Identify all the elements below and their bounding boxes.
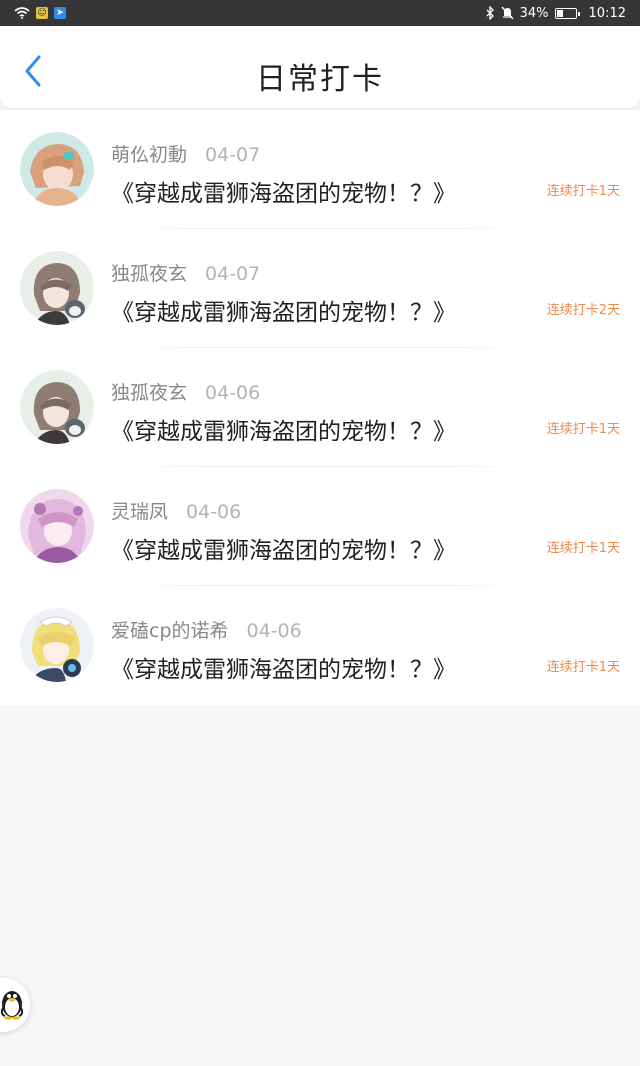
qq-penguin-icon xyxy=(0,986,25,1024)
book-title[interactable]: 《穿越成雷狮海盗团的宠物！？》 xyxy=(111,412,456,446)
list-item[interactable]: 独孤夜玄 04-07 《穿越成雷狮海盗团的宠物！？》 连续打卡2天 xyxy=(0,229,640,348)
streak-label: 连续打卡1天 xyxy=(546,541,620,556)
streak-label: 连续打卡1天 xyxy=(546,422,620,437)
avatar[interactable] xyxy=(20,132,94,206)
meta-line: 萌仫初動 04-07 xyxy=(111,140,260,167)
book-title[interactable]: 《穿越成雷狮海盗团的宠物！？》 xyxy=(111,531,456,565)
app-notification-icon: ☺ xyxy=(36,7,48,19)
list-item[interactable]: 爱磕cp的诺希 04-06 《穿越成雷狮海盗团的宠物！？》 连续打卡1天 xyxy=(0,586,640,705)
username[interactable]: 独孤夜玄 xyxy=(111,259,187,286)
meta-line: 独孤夜玄 04-07 xyxy=(111,259,260,286)
app-notification-icon: ➤ xyxy=(54,7,66,19)
avatar[interactable] xyxy=(20,608,94,682)
book-title[interactable]: 《穿越成雷狮海盗团的宠物！？》 xyxy=(111,174,456,208)
book-title[interactable]: 《穿越成雷狮海盗团的宠物！？》 xyxy=(111,650,456,684)
battery-percent: 34% xyxy=(519,5,549,21)
checkin-date: 04-07 xyxy=(205,263,261,285)
status-right: 34% 10:12 xyxy=(485,6,626,21)
clock: 10:12 xyxy=(588,5,626,21)
avatar[interactable] xyxy=(20,489,94,563)
streak-label: 连续打卡1天 xyxy=(546,660,620,675)
battery-icon xyxy=(554,7,580,19)
mute-bell-icon xyxy=(501,6,514,20)
username[interactable]: 萌仫初動 xyxy=(111,140,187,167)
streak-label: 连续打卡1天 xyxy=(546,184,620,199)
checkin-list: 萌仫初動 04-07 《穿越成雷狮海盗团的宠物！？》 连续打卡1天 独孤夜玄 0… xyxy=(0,110,640,705)
qq-float-button[interactable] xyxy=(0,978,30,1032)
bluetooth-icon xyxy=(485,6,495,20)
battery-fill xyxy=(556,9,563,17)
list-item[interactable]: 灵瑞凤 04-06 《穿越成雷狮海盗团的宠物！？》 连续打卡1天 xyxy=(0,467,640,586)
username[interactable]: 独孤夜玄 xyxy=(111,378,187,405)
checkin-date: 04-06 xyxy=(186,501,242,523)
meta-line: 灵瑞凤 04-06 xyxy=(111,497,241,524)
page-title: 日常打卡 xyxy=(256,62,384,97)
avatar[interactable] xyxy=(20,370,94,444)
streak-label: 连续打卡2天 xyxy=(546,303,620,318)
username[interactable]: 灵瑞凤 xyxy=(111,497,168,524)
app-header: 日常打卡 xyxy=(0,26,640,108)
avatar[interactable] xyxy=(20,251,94,325)
list-item[interactable]: 独孤夜玄 04-06 《穿越成雷狮海盗团的宠物！？》 连续打卡1天 xyxy=(0,348,640,467)
checkin-date: 04-06 xyxy=(205,382,261,404)
checkin-date: 04-06 xyxy=(246,620,302,642)
book-title[interactable]: 《穿越成雷狮海盗团的宠物！？》 xyxy=(111,293,456,327)
username[interactable]: 爱磕cp的诺希 xyxy=(111,616,229,643)
list-item[interactable]: 萌仫初動 04-07 《穿越成雷狮海盗团的宠物！？》 连续打卡1天 xyxy=(0,110,640,229)
meta-line: 爱磕cp的诺希 04-06 xyxy=(111,616,302,643)
status-bar: ☺ ➤ 34% 10:12 xyxy=(0,0,640,26)
wifi-icon xyxy=(14,7,30,19)
checkin-date: 04-07 xyxy=(205,144,261,166)
meta-line: 独孤夜玄 04-06 xyxy=(111,378,260,405)
status-left: ☺ ➤ xyxy=(14,7,66,19)
